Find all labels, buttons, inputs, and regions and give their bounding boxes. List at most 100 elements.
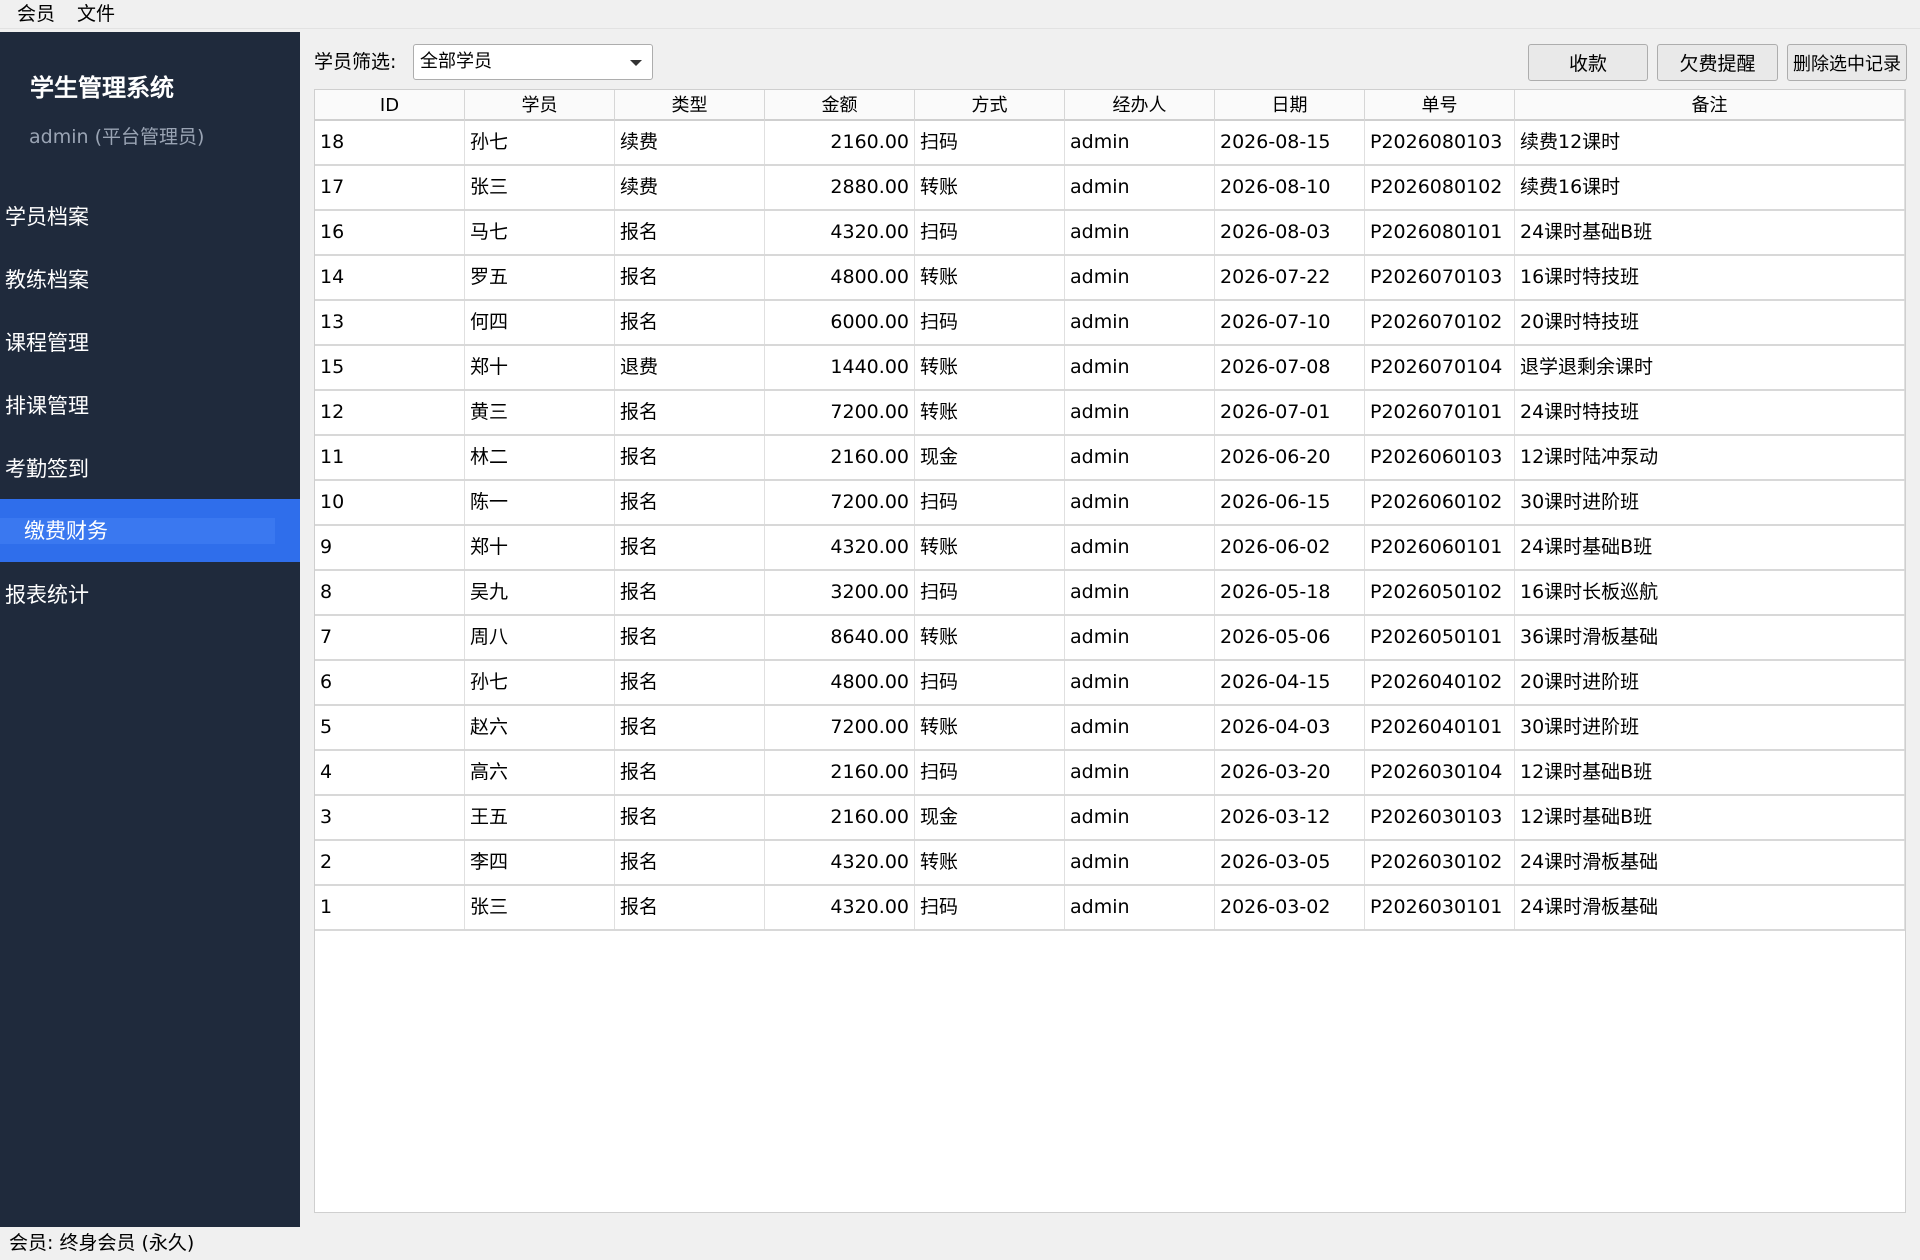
table-row[interactable]: 18 孙七 续费 2160.00 扫码 admin 2026-08-15 P202608010…: [315, 121, 1905, 166]
table-row[interactable]: 1 张三 报名 4320.00 扫码 admin 2026-03-02 P2026030101…: [315, 886, 1905, 931]
cell-note[interactable]: 续费12课时: [1515, 121, 1905, 164]
cell-note[interactable]: 20课时进阶班: [1515, 661, 1905, 704]
cell-student[interactable]: 吴九: [465, 571, 615, 614]
cell-date[interactable]: 2026-05-06: [1215, 616, 1365, 659]
cell-student[interactable]: 高六: [465, 751, 615, 794]
cell-type[interactable]: 退费: [615, 346, 765, 389]
cell-note[interactable]: 12课时基础B班: [1515, 751, 1905, 794]
cell-receipt-no[interactable]: P2026070103: [1365, 256, 1515, 299]
table-row[interactable]: 3 王五 报名 2160.00 现金 admin 2026-03-12 P2026030103…: [315, 796, 1905, 841]
column-header-type[interactable]: 类型: [615, 90, 765, 121]
cell-date[interactable]: 2026-06-15: [1215, 481, 1365, 524]
cell-amount[interactable]: 4320.00: [765, 526, 915, 569]
cell-id[interactable]: 1: [315, 886, 465, 929]
column-header-amount[interactable]: 金额: [765, 90, 915, 121]
cell-amount[interactable]: 6000.00: [765, 301, 915, 344]
sidebar-item-students[interactable]: 学员档案: [0, 184, 300, 247]
cell-receipt-no[interactable]: P2026080103: [1365, 121, 1515, 164]
cell-student[interactable]: 李四: [465, 841, 615, 884]
sidebar-item-attendance[interactable]: 考勤签到: [0, 436, 300, 499]
cell-operator[interactable]: admin: [1065, 436, 1215, 479]
payments-table[interactable]: ID 学员 类型 金额 方式 经办人 日期 单号 备注 18 孙七 续费 2160.00 扫码 admin…: [314, 89, 1906, 1213]
cell-note[interactable]: 12课时基础B班: [1515, 796, 1905, 839]
cell-type[interactable]: 报名: [615, 661, 765, 704]
cell-type[interactable]: 报名: [615, 796, 765, 839]
cell-operator[interactable]: admin: [1065, 661, 1215, 704]
cell-student[interactable]: 郑十: [465, 526, 615, 569]
cell-operator[interactable]: admin: [1065, 796, 1215, 839]
cell-amount[interactable]: 2160.00: [765, 436, 915, 479]
cell-method[interactable]: 转账: [915, 391, 1065, 434]
cell-amount[interactable]: 7200.00: [765, 481, 915, 524]
cell-amount[interactable]: 2880.00: [765, 166, 915, 209]
cell-method[interactable]: 转账: [915, 166, 1065, 209]
table-row[interactable]: 5 赵六 报名 7200.00 转账 admin 2026-04-03 P2026040101…: [315, 706, 1905, 751]
cell-receipt-no[interactable]: P2026050101: [1365, 616, 1515, 659]
table-row[interactable]: 8 吴九 报名 3200.00 扫码 admin 2026-05-18 P2026050102…: [315, 571, 1905, 616]
cell-date[interactable]: 2026-07-22: [1215, 256, 1365, 299]
cell-id[interactable]: 7: [315, 616, 465, 659]
cell-receipt-no[interactable]: P2026070102: [1365, 301, 1515, 344]
table-row[interactable]: 17 张三 续费 2880.00 转账 admin 2026-08-10 P202608010…: [315, 166, 1905, 211]
cell-id[interactable]: 9: [315, 526, 465, 569]
cell-id[interactable]: 13: [315, 301, 465, 344]
table-row[interactable]: 6 孙七 报名 4800.00 扫码 admin 2026-04-15 P2026040102…: [315, 661, 1905, 706]
cell-date[interactable]: 2026-08-15: [1215, 121, 1365, 164]
cell-student[interactable]: 孙七: [465, 661, 615, 704]
cell-student[interactable]: 黄三: [465, 391, 615, 434]
cell-operator[interactable]: admin: [1065, 841, 1215, 884]
cell-method[interactable]: 扫码: [915, 571, 1065, 614]
cell-receipt-no[interactable]: P2026030101: [1365, 886, 1515, 929]
column-header-note[interactable]: 备注: [1515, 90, 1905, 121]
cell-amount[interactable]: 3200.00: [765, 571, 915, 614]
cell-note[interactable]: 24课时滑板基础: [1515, 841, 1905, 884]
cell-student[interactable]: 陈一: [465, 481, 615, 524]
cell-id[interactable]: 17: [315, 166, 465, 209]
collect-payment-button[interactable]: 收款: [1528, 44, 1648, 81]
cell-note[interactable]: 24课时特技班: [1515, 391, 1905, 434]
cell-receipt-no[interactable]: P2026040101: [1365, 706, 1515, 749]
cell-note[interactable]: 20课时特技班: [1515, 301, 1905, 344]
delete-selected-button[interactable]: 删除选中记录: [1787, 44, 1907, 81]
cell-amount[interactable]: 2160.00: [765, 796, 915, 839]
table-row[interactable]: 15 郑十 退费 1440.00 转账 admin 2026-07-08 P202607010…: [315, 346, 1905, 391]
cell-operator[interactable]: admin: [1065, 256, 1215, 299]
cell-type[interactable]: 报名: [615, 526, 765, 569]
cell-amount[interactable]: 4800.00: [765, 661, 915, 704]
cell-receipt-no[interactable]: P2026050102: [1365, 571, 1515, 614]
cell-operator[interactable]: admin: [1065, 346, 1215, 389]
cell-operator[interactable]: admin: [1065, 616, 1215, 659]
cell-method[interactable]: 扫码: [915, 301, 1065, 344]
cell-id[interactable]: 15: [315, 346, 465, 389]
cell-method[interactable]: 扫码: [915, 661, 1065, 704]
cell-operator[interactable]: admin: [1065, 571, 1215, 614]
cell-note[interactable]: 30课时进阶班: [1515, 481, 1905, 524]
cell-date[interactable]: 2026-04-15: [1215, 661, 1365, 704]
cell-student[interactable]: 张三: [465, 166, 615, 209]
cell-type[interactable]: 报名: [615, 256, 765, 299]
table-row[interactable]: 4 高六 报名 2160.00 扫码 admin 2026-03-20 P2026030104…: [315, 751, 1905, 796]
cell-student[interactable]: 周八: [465, 616, 615, 659]
cell-amount[interactable]: 8640.00: [765, 616, 915, 659]
cell-amount[interactable]: 7200.00: [765, 706, 915, 749]
cell-id[interactable]: 10: [315, 481, 465, 524]
cell-date[interactable]: 2026-08-03: [1215, 211, 1365, 254]
cell-method[interactable]: 扫码: [915, 886, 1065, 929]
cell-type[interactable]: 续费: [615, 121, 765, 164]
cell-amount[interactable]: 1440.00: [765, 346, 915, 389]
cell-receipt-no[interactable]: P2026070101: [1365, 391, 1515, 434]
cell-student[interactable]: 张三: [465, 886, 615, 929]
cell-note[interactable]: 16课时特技班: [1515, 256, 1905, 299]
cell-id[interactable]: 12: [315, 391, 465, 434]
cell-note[interactable]: 退学退剩余课时: [1515, 346, 1905, 389]
column-header-method[interactable]: 方式: [915, 90, 1065, 121]
cell-date[interactable]: 2026-07-01: [1215, 391, 1365, 434]
cell-receipt-no[interactable]: P2026040102: [1365, 661, 1515, 704]
cell-receipt-no[interactable]: P2026080101: [1365, 211, 1515, 254]
cell-receipt-no[interactable]: P2026030102: [1365, 841, 1515, 884]
cell-method[interactable]: 转账: [915, 841, 1065, 884]
cell-amount[interactable]: 7200.00: [765, 391, 915, 434]
cell-id[interactable]: 18: [315, 121, 465, 164]
cell-note[interactable]: 24课时基础B班: [1515, 211, 1905, 254]
cell-receipt-no[interactable]: P2026030104: [1365, 751, 1515, 794]
